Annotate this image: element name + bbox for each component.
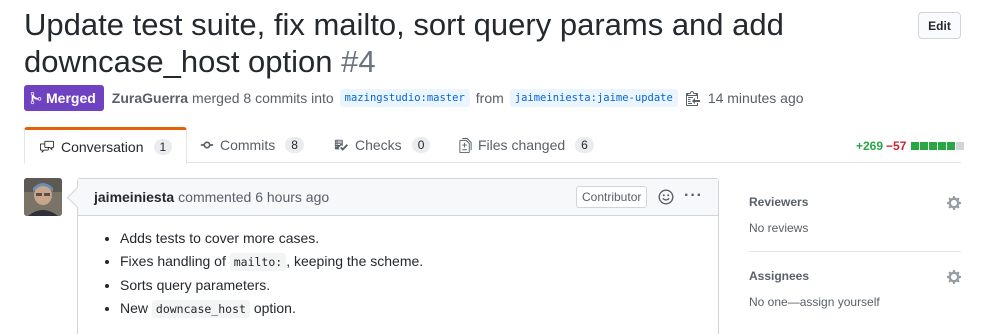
tab-conversation-label: Conversation [61,138,144,155]
diffstat-block [947,142,956,150]
merged-by-link[interactable]: ZuraGuerra [112,90,188,106]
head-branch[interactable]: jaimeiniesta:jaime-update [509,89,678,107]
list-item-text: Adds tests to cover more cases. [120,230,320,246]
sidebar-assignees: Assignees No one—assign yourself [749,269,961,309]
list-item-text: Fixes handling of [120,253,226,269]
diffstat-block [920,142,929,150]
reviewers-title: Reviewers [749,195,809,209]
inline-code: mailto: [229,253,287,271]
assignees-title: Assignees [749,269,810,283]
inline-code: downcase_host [151,300,250,318]
from-text: from [475,90,504,106]
comment-timestamp: commented 6 hours ago [178,189,330,205]
avatar[interactable] [24,178,62,216]
edit-button[interactable]: Edit [918,12,961,39]
gear-icon[interactable] [947,195,961,216]
gear-icon[interactable] [947,269,961,290]
tab-conversation-count: 1 [153,138,173,155]
sidebar-divider [749,251,961,252]
tab-conversation[interactable]: Conversation 1 [24,127,188,164]
git-merge-icon [30,91,42,105]
diffstat-deletions: −57 [886,139,907,153]
smiley-icon[interactable] [658,189,674,208]
kebab-horizontal-icon[interactable]: ··· [684,188,703,204]
pr-meta: Merged ZuraGuerra merged 8 commits into … [24,85,804,111]
diffstat-block [911,142,920,150]
list-item: Fixes handling of mailto:, keeping the s… [120,253,702,271]
clipboard-icon[interactable] [685,90,700,106]
comment-body: Adds tests to cover more cases. Fixes ha… [78,216,718,318]
tab-commits-label: Commits [220,137,276,153]
tab-commits-count: 8 [285,137,304,153]
diffstat-block [929,142,938,150]
merged-badge: Merged [24,85,104,111]
comment-header: jaimeiniesta commented 6 hours ago Contr… [78,179,718,216]
tab-checks-label: Checks [355,137,402,153]
assignees-value[interactable]: No one—assign yourself [749,295,961,309]
comment-box: jaimeiniesta commented 6 hours ago Contr… [77,178,719,334]
list-item-text: option. [253,300,296,316]
tab-files-changed-count: 6 [575,137,594,153]
tab-files-changed[interactable]: Files changed 6 [459,127,594,163]
base-branch[interactable]: mazingstudio:master [339,89,470,107]
list-item-text: , keeping the scheme. [286,253,424,269]
comment-discussion-icon [40,140,54,153]
checklist-icon [334,139,348,151]
list-item: Adds tests to cover more cases. [120,230,702,247]
pr-number: #4 [341,44,376,79]
list-item-text: Sorts query parameters. [120,277,271,293]
diffstat-additions: +269 [856,139,884,153]
pr-title: Update test suite, fix mailto, sort quer… [24,6,884,80]
tab-checks[interactable]: Checks 0 [333,127,431,163]
tab-commits[interactable]: Commits 8 [200,127,304,163]
diffstat-blocks [911,142,965,150]
diffstat: +269 −57 [856,139,965,153]
sidebar-reviewers: Reviewers No reviews [749,195,961,235]
list-item: Sorts query parameters. [120,277,702,294]
diffstat-block [938,142,947,150]
merged-time: 14 minutes ago [707,90,804,106]
merged-label: Merged [46,90,96,106]
contributor-badge: Contributor [576,186,648,208]
comment-author-link[interactable]: jaimeiniesta [94,189,174,205]
tab-checks-count: 0 [411,137,431,153]
diffstat-block [956,142,965,150]
merged-text: merged 8 commits into [192,90,334,106]
list-item: New downcase_host option. [120,300,702,318]
reviewers-value: No reviews [749,221,809,235]
tab-files-changed-label: Files changed [478,137,566,153]
pr-title-text: Update test suite, fix mailto, sort quer… [24,7,784,79]
file-diff-icon [459,137,472,153]
list-item-text: New [120,300,149,316]
pr-tabs: Conversation 1 Commits 8 Checks 0 Files … [24,127,961,164]
commit-icon [200,141,214,149]
